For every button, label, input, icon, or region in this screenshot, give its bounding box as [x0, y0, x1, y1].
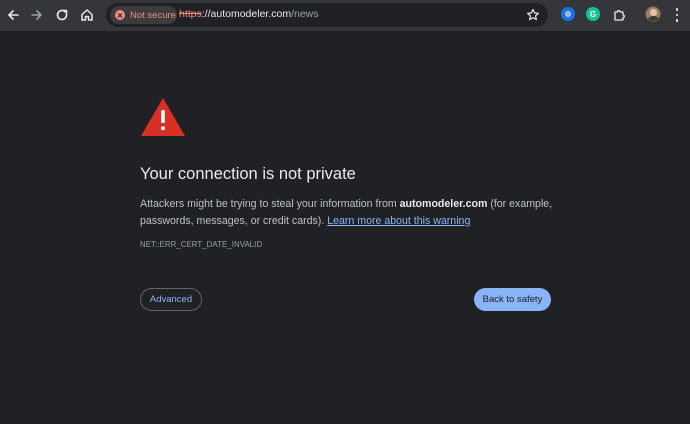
- url-separator: ://: [201, 8, 211, 20]
- grammarly-letter: G: [589, 9, 597, 19]
- site-domain: automodeler.com: [399, 198, 488, 210]
- url-text[interactable]: https://automodeler.com/news: [179, 8, 319, 20]
- message-prefix: Attackers might be trying to steal your …: [140, 198, 400, 210]
- address-bar[interactable]: Not secure https://automodeler.com/news: [106, 3, 548, 27]
- back-to-safety-button[interactable]: Back to safety: [474, 288, 551, 311]
- security-chip-label: Not secure: [130, 9, 176, 21]
- warning-message: Attackers might be trying to steal your …: [140, 196, 560, 230]
- learn-more-link[interactable]: Learn more about this warning: [327, 215, 470, 227]
- advanced-button[interactable]: Advanced: [140, 288, 202, 311]
- forward-arrow-icon: [31, 10, 42, 20]
- back-button[interactable]: [3, 5, 23, 25]
- home-icon: [81, 9, 93, 21]
- browser-toolbar: Not secure https://automodeler.com/news …: [0, 0, 690, 31]
- reload-icon: [56, 9, 68, 21]
- back-arrow-icon: [8, 10, 19, 20]
- home-button[interactable]: [77, 5, 97, 25]
- profile-avatar[interactable]: [645, 6, 661, 22]
- star-icon[interactable]: [526, 8, 540, 22]
- grammarly-icon[interactable]: G: [586, 7, 600, 21]
- extensions-button[interactable]: [609, 5, 629, 25]
- extension-blue-icon[interactable]: [561, 7, 575, 21]
- security-chip[interactable]: Not secure: [110, 6, 177, 24]
- url-scheme: https: [179, 8, 202, 20]
- url-path: /news: [291, 8, 319, 20]
- puzzle-extensions-icon: [614, 10, 625, 21]
- url-host: automodeler.com: [210, 8, 292, 20]
- reload-button[interactable]: [52, 5, 72, 25]
- warning-triangle-icon: [141, 98, 185, 136]
- kebab-menu-icon[interactable]: [674, 8, 680, 22]
- not-secure-icon: [115, 10, 125, 20]
- page-title: Your connection is not private: [140, 165, 356, 183]
- error-code: NET::ERR_CERT_DATE_INVALID: [140, 240, 263, 249]
- forward-button[interactable]: [27, 5, 47, 25]
